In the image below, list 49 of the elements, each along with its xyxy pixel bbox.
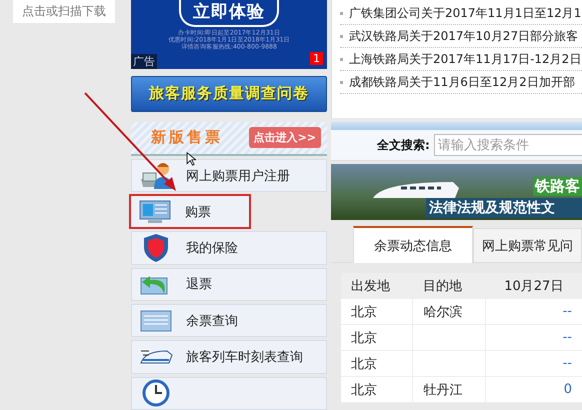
tab[interactable]: 余票动态信息 <box>353 226 473 263</box>
table-cell: 哈尔滨 <box>412 299 486 324</box>
table-cell: 北京 <box>341 299 413 324</box>
news-link[interactable]: 上海铁路局关于2017年11月17日-12月2日 <box>340 48 582 71</box>
table-cell: 北京 <box>341 376 413 402</box>
computer-icon <box>139 198 171 225</box>
shield-icon <box>142 233 170 264</box>
news-link[interactable]: 广铁集团公司关于2017年11月1日至12月1 <box>340 2 582 25</box>
table-cell: 北京 <box>341 350 413 376</box>
banner-title: 铁路客 <box>533 177 582 196</box>
ad-label: 广告 <box>131 54 157 70</box>
regulations-banner[interactable]: 铁路客 法律法规及规范性文 <box>331 164 582 220</box>
download-hint: 点击或扫描下载 <box>13 0 115 23</box>
menu-item[interactable]: 旅客列车时刻表查询 <box>131 340 327 374</box>
table-cell: 0 <box>485 376 582 402</box>
column-header: 目的地 <box>412 273 486 299</box>
search-field[interactable]: 请输入搜索条件 <box>434 134 582 156</box>
menu-item[interactable]: 网上购票用户注册 <box>131 158 327 192</box>
menu-item[interactable]: 退票 <box>131 268 327 302</box>
table-cell: -- <box>485 299 582 324</box>
news-link[interactable]: 武汉铁路局关于2017年10月27日部分旅客 <box>340 25 582 48</box>
mouse-cursor-icon <box>186 152 196 166</box>
user-laptop-icon <box>139 160 173 190</box>
table-cell: 北京 <box>341 324 413 350</box>
table-cell: -- <box>485 324 582 350</box>
ticket-icon <box>140 308 172 333</box>
menu-item[interactable] <box>131 376 327 410</box>
column-header: 出发地 <box>341 273 413 299</box>
menu-item[interactable]: 我的保险 <box>131 231 327 265</box>
menu-item[interactable]: 余票查询 <box>131 304 327 338</box>
menu-label: 退票 <box>186 276 212 294</box>
news-link[interactable]: 成都铁路局关于11月6日至12月2日加开部 <box>340 71 582 94</box>
menu-label: 网上购票用户注册 <box>186 168 290 184</box>
table-cell: 牡丹江 <box>412 376 486 402</box>
tab[interactable]: 网上购票常见问 <box>473 228 582 262</box>
page-badge: 1 <box>310 52 323 66</box>
menu-label: 余票查询 <box>186 312 238 330</box>
new-ticketing-title: 新版售票 <box>151 128 223 148</box>
menu-label: 我的保险 <box>186 240 238 258</box>
column-header: 10月27日 <box>485 273 582 299</box>
table-cell: -- <box>485 350 582 376</box>
search-label: 全文搜索: <box>377 136 430 154</box>
try-now-label: 立即体验 <box>179 0 279 27</box>
clock-icon <box>142 379 170 408</box>
menu-item[interactable]: 购票 <box>130 195 250 228</box>
menu-label: 购票 <box>185 204 211 221</box>
menu-label: 旅客列车时刻表查询 <box>186 349 303 366</box>
survey-button[interactable]: 旅客服务质量调查问卷 <box>131 76 327 112</box>
banner-subtitle: 法律法规及规范性文 <box>426 198 582 218</box>
